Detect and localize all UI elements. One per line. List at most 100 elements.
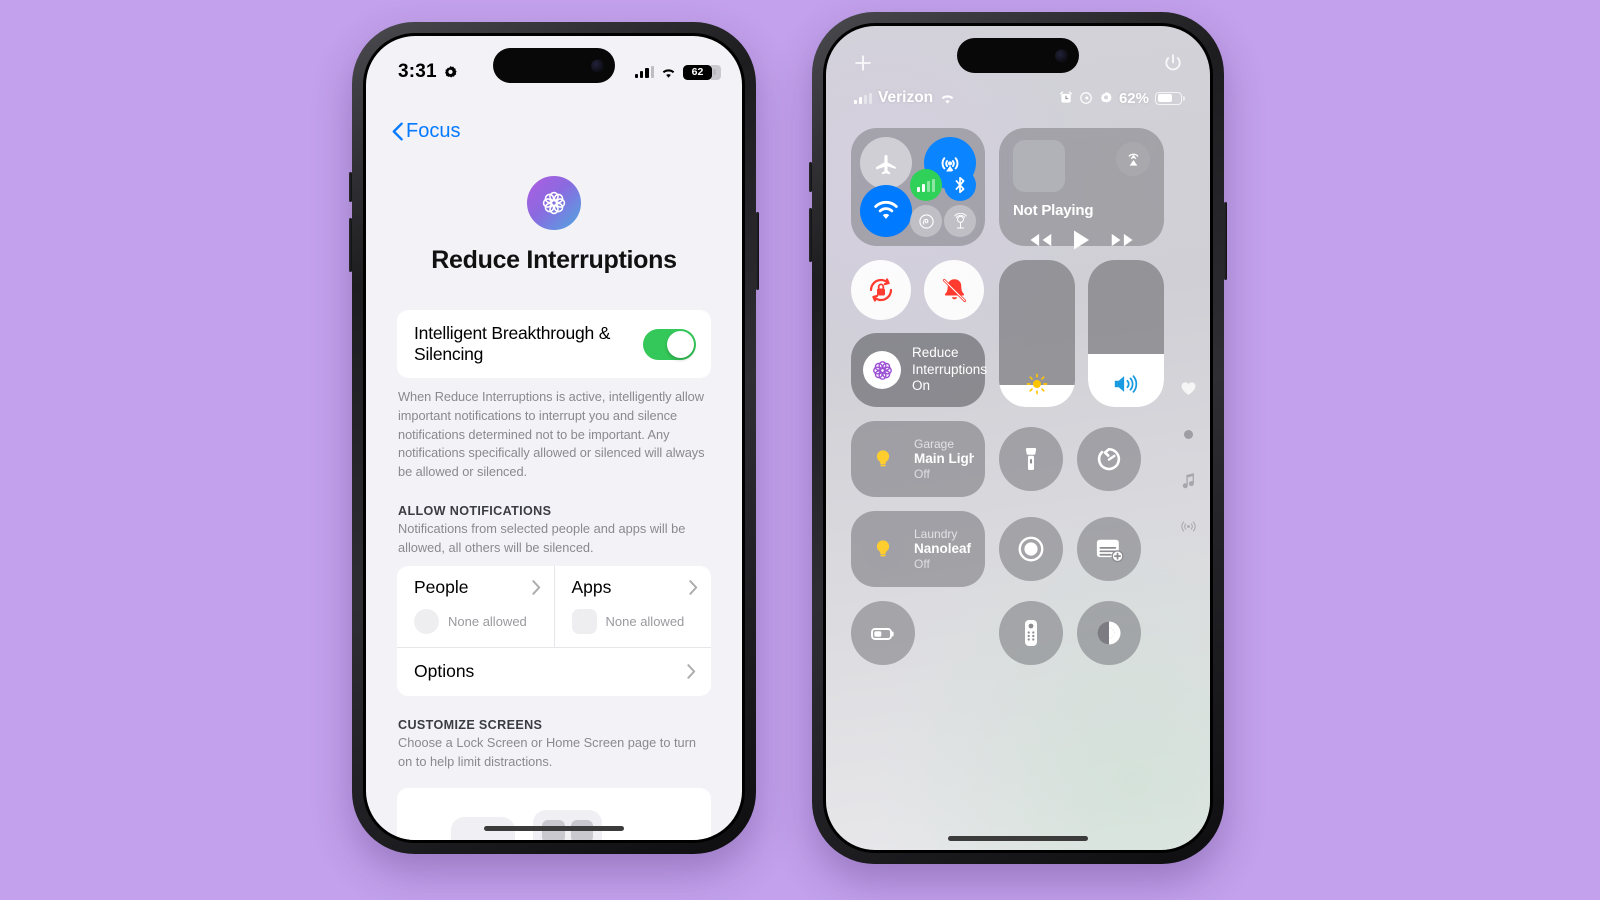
brightness-slider[interactable] <box>999 260 1075 407</box>
home-indicator[interactable] <box>948 836 1088 841</box>
airplane-mode-button[interactable] <box>860 137 912 189</box>
personal-hotspot-button[interactable] <box>944 205 976 237</box>
volume-down-button[interactable] <box>809 208 812 262</box>
apps-title: Apps <box>571 577 612 598</box>
home-tile-laundry-name: Nanoleaf Skyl <box>914 540 974 556</box>
iphone-right-control-center: Verizon 62% Not Playing Reduce Interrupt… <box>809 12 1227 864</box>
customize-screens-subtitle: Choose a Lock Screen or Home Screen page… <box>398 735 697 769</box>
page-connectivity[interactable] <box>1178 516 1198 536</box>
media-module[interactable]: Not Playing <box>999 128 1164 250</box>
power-icon[interactable] <box>1162 52 1184 74</box>
note-add-icon <box>1096 539 1124 563</box>
alarm-clock-icon <box>1060 91 1072 103</box>
signal-bars-icon <box>917 178 935 192</box>
contrast-icon <box>1097 621 1121 645</box>
low-power-mode-button[interactable] <box>851 601 915 665</box>
home-tile-garage-state: Off <box>914 467 930 482</box>
battery-percent: 62% <box>1118 89 1149 107</box>
airplay-icon <box>1128 153 1138 166</box>
back-button[interactable]: Focus <box>392 120 460 143</box>
rewind-icon[interactable] <box>1027 231 1053 249</box>
volume-up-button[interactable] <box>809 162 812 192</box>
brightness-glyph <box>999 361 1075 407</box>
cc-row-4: Laundry Nanoleaf Skyl Off <box>851 511 1164 587</box>
volume-up-button[interactable] <box>349 172 352 202</box>
control-center-grid: Not Playing Reduce Interruptions On Gara… <box>851 128 1164 802</box>
settings-scroll-area[interactable]: Reduce Interruptions Intelligent Breakth… <box>366 154 742 840</box>
people-column[interactable]: People None allowed <box>397 566 554 647</box>
home-tile-laundry-state: Off <box>914 557 930 572</box>
dynamic-island <box>957 38 1079 73</box>
intelligent-breakthrough-label: Intelligent Breakthrough & Silencing <box>414 323 611 364</box>
volume-glyph <box>1088 361 1164 407</box>
flashlight-button[interactable] <box>999 427 1063 491</box>
lightbulb-icon <box>862 438 904 480</box>
signal-strength-button[interactable] <box>910 169 942 201</box>
focus-gear-icon <box>444 65 457 77</box>
cc-row-2: Reduce Interruptions On <box>851 260 1164 407</box>
media-controls <box>1013 229 1150 251</box>
battery-indicator: 62 <box>683 64 716 80</box>
carrier-label: Verizon <box>878 89 934 106</box>
home-tile-garage-name: Main Lights <box>914 450 974 466</box>
focus-reduce-interruptions-tile[interactable]: Reduce Interruptions On <box>851 333 987 407</box>
quick-note-button[interactable] <box>1077 517 1141 581</box>
hotspot-icon <box>953 212 967 229</box>
screenshot-stage: 3:31 62 Focus Reduce Interruptions Intel… <box>0 0 1600 900</box>
status-right: 62 <box>634 64 721 80</box>
chevron-right-icon <box>689 580 698 595</box>
cellular-bars-icon <box>634 66 654 78</box>
intelligent-breakthrough-toggle[interactable] <box>643 328 696 360</box>
page-now-playing[interactable] <box>1178 470 1198 490</box>
play-icon[interactable] <box>1072 229 1090 251</box>
cc-row-5 <box>851 601 1164 665</box>
page-favorites[interactable] <box>1178 378 1198 398</box>
plus-icon[interactable] <box>852 52 874 74</box>
lightbulb-icon <box>862 528 904 570</box>
home-tile-garage-text: Garage Main Lights Off <box>914 437 974 482</box>
focus-moon-icon <box>1080 92 1092 104</box>
chevron-right-icon <box>531 580 540 595</box>
apple-tv-remote-button[interactable] <box>999 601 1063 665</box>
home-tile-laundry[interactable]: Laundry Nanoleaf Skyl Off <box>851 511 985 587</box>
dark-mode-button[interactable] <box>1077 601 1141 665</box>
page-controls[interactable] <box>1178 424 1198 444</box>
toggle-footnote: When Reduce Interruptions is active, int… <box>398 389 705 480</box>
airplane-icon <box>875 154 896 174</box>
options-row[interactable]: Options <box>397 647 711 697</box>
power-side-button[interactable] <box>756 212 759 290</box>
fast-forward-icon[interactable] <box>1110 231 1136 249</box>
power-side-button[interactable] <box>1224 202 1227 280</box>
home-indicator[interactable] <box>484 826 624 831</box>
status-left: Verizon <box>854 89 956 107</box>
sun-icon <box>1026 373 1048 395</box>
media-title: Not Playing <box>1013 202 1094 219</box>
screen-record-button[interactable] <box>999 517 1063 581</box>
apps-column[interactable]: Apps None allowed <box>553 566 712 648</box>
home-tile-laundry-room: Laundry <box>914 526 958 541</box>
battery-icon <box>871 628 894 640</box>
control-center: Verizon 62% Not Playing Reduce Interrupt… <box>826 26 1210 850</box>
allow-notifications-columns: People None allowed Apps None allowed <box>397 566 712 648</box>
wifi-button[interactable] <box>860 185 912 237</box>
cellular-bars-icon <box>854 92 872 104</box>
bluetooth-icon <box>955 176 965 194</box>
focus-tile-line1: Reduce <box>912 345 959 361</box>
volume-down-button[interactable] <box>349 218 352 272</box>
reduce-interruptions-focus-icon <box>527 176 581 230</box>
home-tile-garage[interactable]: Garage Main Lights Off <box>851 421 985 497</box>
album-artwork <box>1013 140 1065 192</box>
apps-placeholder-icon <box>571 609 597 635</box>
rotation-lock-button[interactable] <box>851 260 911 320</box>
intelligent-breakthrough-row[interactable]: Intelligent Breakthrough & Silencing <box>397 310 711 378</box>
volume-slider[interactable] <box>1088 260 1164 407</box>
dot-icon <box>1183 429 1193 439</box>
silent-mode-button[interactable] <box>924 260 984 320</box>
status-time: 3:31 <box>398 61 437 82</box>
airdrop-button[interactable] <box>910 205 942 237</box>
airplay-button[interactable] <box>1116 142 1150 176</box>
timer-button[interactable] <box>1077 427 1141 491</box>
bluetooth-button[interactable] <box>944 169 976 201</box>
iphone-left-settings: 3:31 62 Focus Reduce Interruptions Intel… <box>349 22 759 854</box>
home-tile-laundry-text: Laundry Nanoleaf Skyl Off <box>914 527 974 572</box>
